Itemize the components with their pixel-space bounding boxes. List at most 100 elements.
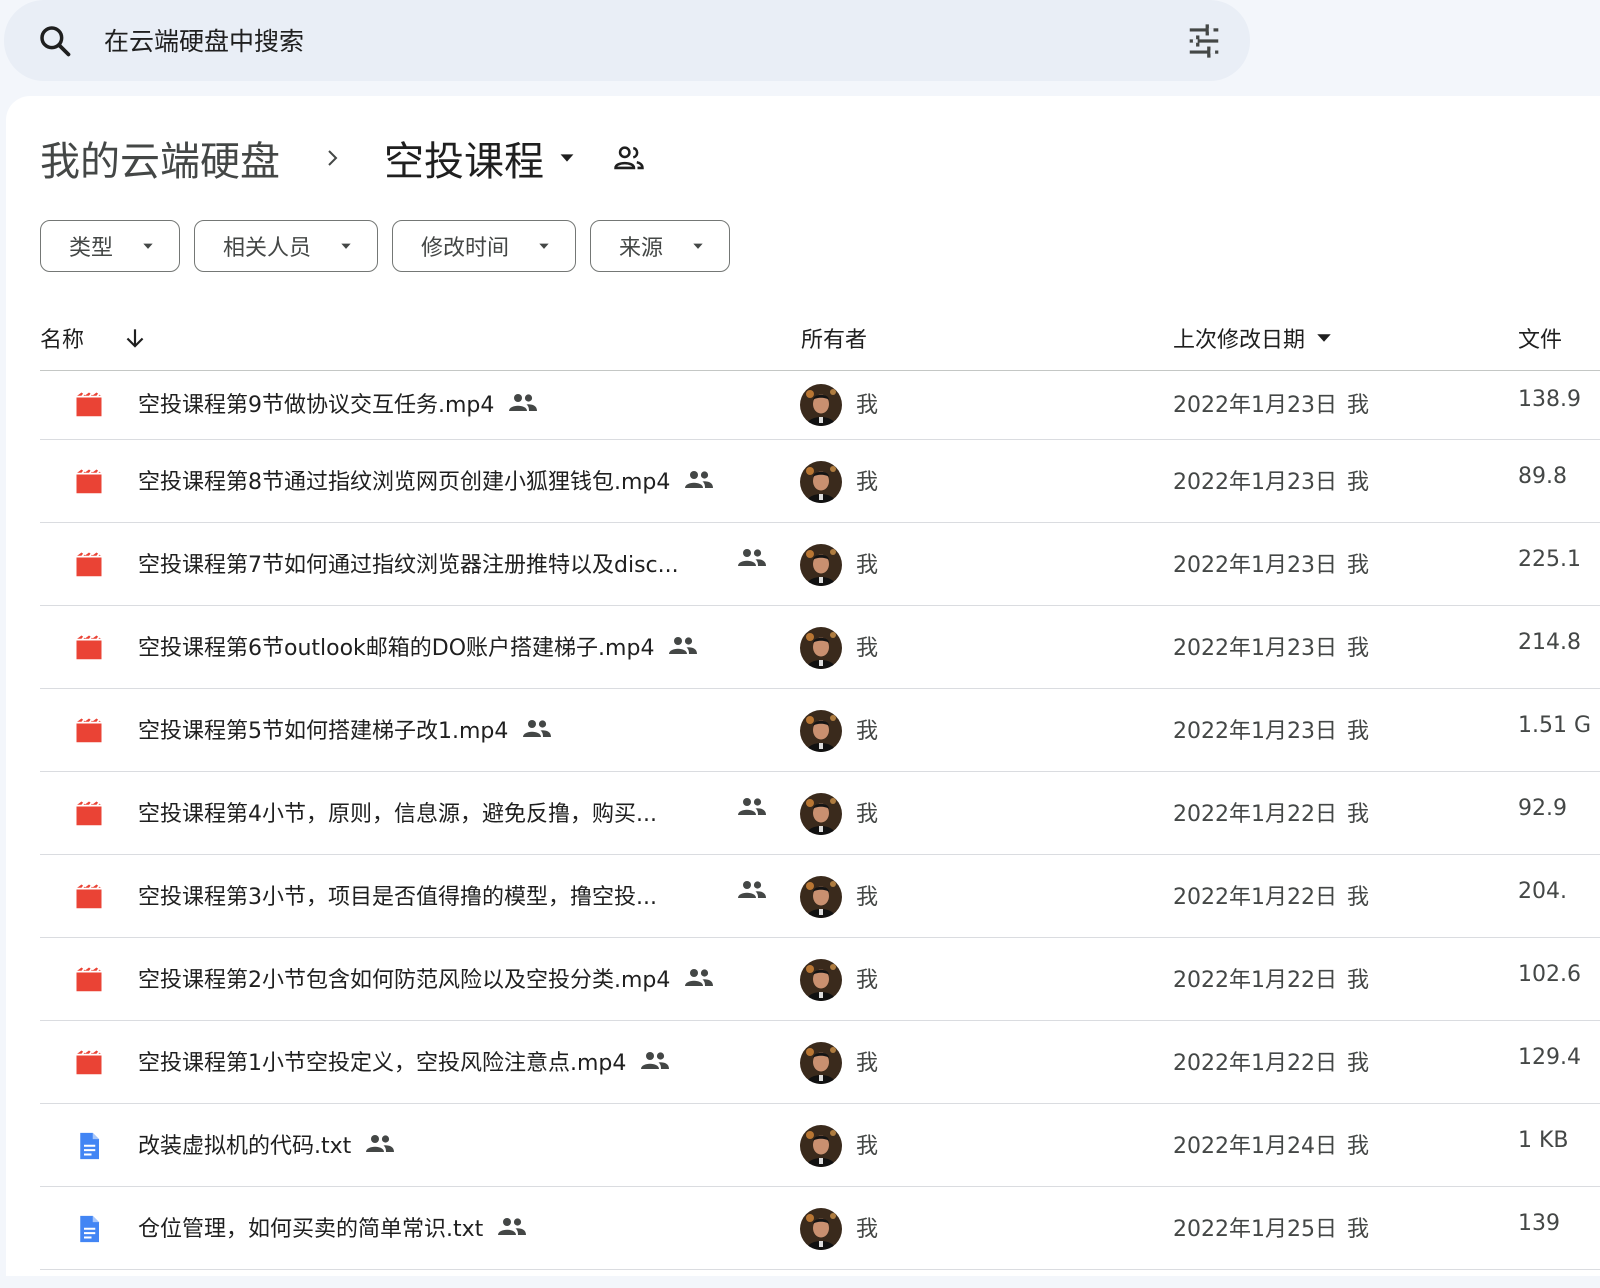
column-modified[interactable]: 上次修改日期 [1173,322,1333,354]
document-file-icon [80,1215,99,1243]
modified-cell: 2022年1月22日我 [1173,962,1369,994]
file-row[interactable]: 仓位管理，如何买卖的简单常识.txt 我 2022年1月25日我 139 [40,1187,1600,1270]
modified-by: 我 [1346,470,1369,495]
video-file-icon [76,552,102,577]
owner-avatar [800,1042,842,1084]
owner-name: 我 [856,553,879,578]
file-name-cell: 空投课程第2小节包含如何防范风险以及空投分类.mp4 [138,962,714,994]
search-bar[interactable] [4,0,1250,81]
file-row[interactable]: 空投课程第3小节，项目是否值得撸的模型，撸空投... 我 2022年1月22日我… [40,855,1600,938]
chip-label: 来源 [619,236,664,261]
file-row[interactable]: 改装虚拟机的代码.txt 我 2022年1月24日我 1 KB [40,1104,1600,1187]
file-size: 1.51 G [1518,713,1592,738]
file-row[interactable]: 空投课程第5节如何搭建梯子改1.mp4 我 2022年1月23日我 1.51 G [40,689,1600,772]
file-name-cell: 空投课程第9节做协议交互任务.mp4 [138,387,538,419]
file-row[interactable]: 空投课程第6节outlook邮箱的DO账户搭建梯子.mp4 我 2022年1月2… [40,606,1600,689]
file-row[interactable]: 空投课程第9节做协议交互任务.mp4 我 2022年1月23日我 138.9 [40,370,1600,440]
chip-label: 修改时间 [421,236,510,261]
modified-by: 我 [1346,636,1369,661]
video-file-icon [76,718,102,743]
file-row[interactable]: 空投课程第2小节包含如何防范风险以及空投分类.mp4 我 2022年1月22日我… [40,938,1600,1021]
file-size: 204. [1518,879,1567,904]
caret-down-icon[interactable] [556,147,578,169]
shared-people-icon [498,1218,527,1235]
arrow-down-icon[interactable] [122,325,148,351]
shared-folder-people-icon[interactable] [612,141,646,175]
file-size: 102.6 [1518,962,1581,987]
file-name-cell: 空投课程第8节通过指纹浏览网页创建小狐狸钱包.mp4 [138,464,714,496]
modified-cell: 2022年1月23日我 [1173,630,1369,662]
owner-avatar [800,1125,842,1167]
shared-people-icon [523,720,552,737]
file-name-cell: 空投课程第1小节空投定义，空投风险注意点.mp4 [138,1045,670,1077]
modified-cell: 2022年1月23日我 [1173,713,1369,745]
breadcrumb-root[interactable]: 我的云端硬盘 [40,129,280,187]
column-modified-label: 上次修改日期 [1173,328,1306,353]
search-input[interactable] [102,14,1146,68]
chip-type[interactable]: 类型 [40,220,181,272]
caret-down-icon [143,243,153,249]
owner-avatar [800,1208,842,1250]
chip-source[interactable]: 来源 [590,220,731,272]
file-name: 空投课程第5节如何搭建梯子改1.mp4 [138,719,509,744]
shared-people-icon [366,1135,395,1152]
owner-name: 我 [856,636,879,661]
owner-name: 我 [856,1217,879,1242]
file-list: 空投课程第9节做协议交互任务.mp4 我 2022年1月23日我 138.9 空… [40,370,1600,1270]
shared-people-icon [685,471,714,488]
modified-date: 2022年1月24日 [1173,1134,1337,1159]
modified-by: 我 [1346,802,1369,827]
owner-name: 我 [856,802,879,827]
video-file-icon [76,469,102,494]
file-name-cell: 空投课程第6节outlook邮箱的DO账户搭建梯子.mp4 [138,630,698,662]
modified-cell: 2022年1月22日我 [1173,1045,1369,1077]
file-row[interactable]: 空投课程第8节通过指纹浏览网页创建小狐狸钱包.mp4 我 2022年1月23日我… [40,440,1600,523]
file-size: 89.8 [1518,464,1567,489]
owner-avatar [800,876,842,918]
owner-name: 我 [856,470,879,495]
modified-cell: 2022年1月24日我 [1173,1128,1369,1160]
file-size: 214.8 [1518,630,1581,655]
modified-date: 2022年1月23日 [1173,393,1337,418]
file-table-header: 名称 所有者 上次修改日期 文件 [40,310,1600,371]
search-icon[interactable] [36,22,74,60]
document-file-icon [80,1132,99,1160]
modified-date: 2022年1月23日 [1173,470,1337,495]
chip-people[interactable]: 相关人员 [194,220,379,272]
file-name: 空投课程第9节做协议交互任务.mp4 [138,393,495,418]
owner-name: 我 [856,719,879,744]
modified-cell: 2022年1月23日我 [1173,547,1369,579]
column-name[interactable]: 名称 [40,322,148,354]
column-name-label: 名称 [40,328,85,353]
modified-cell: 2022年1月22日我 [1173,879,1369,911]
modified-date: 2022年1月25日 [1173,1217,1337,1242]
file-size: 225.1 [1518,547,1581,572]
chip-modified[interactable]: 修改时间 [392,220,577,272]
owner-avatar [800,544,842,586]
shared-people-icon [641,1052,670,1069]
chip-label: 相关人员 [223,236,312,261]
modified-cell: 2022年1月23日我 [1173,464,1369,496]
chip-label: 类型 [69,236,114,261]
file-row[interactable]: 空投课程第1小节空投定义，空投风险注意点.mp4 我 2022年1月22日我 1… [40,1021,1600,1104]
column-size[interactable]: 文件 [1518,322,1562,354]
owner-avatar [800,461,842,503]
owner-name: 我 [856,968,879,993]
modified-by: 我 [1346,393,1369,418]
modified-date: 2022年1月22日 [1173,885,1337,910]
modified-date: 2022年1月22日 [1173,968,1337,993]
file-row[interactable]: 空投课程第4小节，原则，信息源，避免反撸，购买... 我 2022年1月22日我… [40,772,1600,855]
owner-avatar [800,627,842,669]
owner-name: 我 [856,393,879,418]
file-row[interactable]: 空投课程第7节如何通过指纹浏览器注册推特以及disc... 我 2022年1月2… [40,523,1600,606]
modified-by: 我 [1346,1051,1369,1076]
owner-name: 我 [856,885,879,910]
modified-by: 我 [1346,1134,1369,1159]
search-options-icon[interactable] [1184,22,1224,60]
column-owner[interactable]: 所有者 [801,322,867,354]
chevron-right-icon [328,150,338,166]
caret-down-icon[interactable] [1315,329,1333,347]
owner-avatar [800,710,842,752]
owner-avatar [800,959,842,1001]
breadcrumb-current-folder[interactable]: 空投课程 [384,129,544,187]
